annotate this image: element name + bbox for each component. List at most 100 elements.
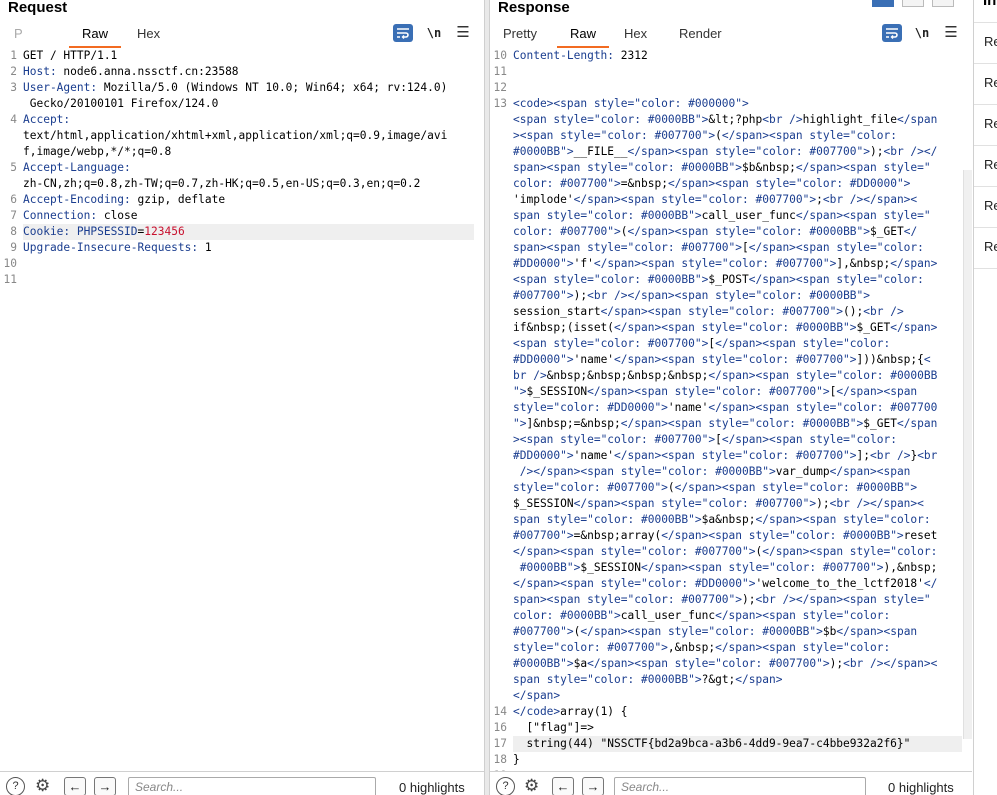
code-line: span style="color: #0000BB">call_user_fu…: [513, 208, 931, 224]
code-line: ><span style="color: #007700">(</span><s…: [513, 128, 897, 144]
request-tab-pretty[interactable]: P: [14, 26, 23, 42]
code-token: ),&nbsp;: [883, 561, 938, 574]
code-token: ?&gt;: [701, 673, 736, 686]
code-token: $_GET: [856, 321, 891, 334]
code-token: style="color:: [836, 241, 924, 254]
code-token: style="color: #0000BB">: [715, 289, 871, 302]
back-arrow-icon[interactable]: ←: [552, 777, 574, 795]
code-token: style="color: #007700">: [513, 481, 668, 494]
code-token: </span><span: [836, 385, 918, 398]
code-token: &lt;?php: [708, 113, 763, 126]
response-search-input[interactable]: Search...: [614, 777, 866, 795]
gear-icon[interactable]: ⚙: [35, 776, 50, 795]
newline-icon[interactable]: \n: [912, 24, 932, 42]
response-tab-render[interactable]: Render: [679, 26, 722, 42]
code-token: f,image/webp,*/*;q=0.8: [23, 145, 172, 158]
code-line: GET / HTTP/1.1: [23, 48, 117, 64]
code-token: </span>: [890, 321, 938, 334]
code-token: ]&nbsp;=&nbsp;: [526, 417, 621, 430]
inspector-item[interactable]: Re: [984, 239, 997, 279]
inspector-item[interactable]: Re: [984, 157, 997, 197]
gear-icon[interactable]: ⚙: [524, 776, 539, 795]
code-token: ">: [513, 417, 527, 430]
code-token: if&nbsp;(isset(: [513, 321, 615, 334]
code-token: </span><span: [593, 257, 682, 270]
code-token: $_SESSION: [513, 497, 574, 510]
layout-horizontal-button[interactable]: [902, 0, 924, 7]
code-token: #DD0000">: [513, 449, 574, 462]
code-token: <br />: [762, 113, 803, 126]
code-line: <span style="color: #0000BB">&lt;?php<br…: [513, 112, 937, 128]
code-line: zh-CN,zh;q=0.8,zh-TW;q=0.7,zh-HK;q=0.5,e…: [23, 176, 420, 192]
response-bottom-bar: ? ⚙ ← → Search... 0 highlights: [490, 771, 972, 795]
code-token: style="color: #0000BB">: [546, 513, 702, 526]
code-token: </span><span: [587, 657, 675, 670]
word-wrap-icon[interactable]: [393, 24, 413, 42]
code-line: color: #0000BB">call_user_func</span><sp…: [513, 608, 890, 624]
inspector-item[interactable]: Re: [984, 116, 997, 156]
response-editor[interactable]: 101112131416171819 Content-Length: 2312<…: [490, 48, 972, 782]
request-editor[interactable]: 1 2 3 4 5 6 7 8 9 10 11 GET / HTTP/1.1 Host: node6.…: [0, 48, 484, 771]
code-token: style="color: #000000">: [593, 97, 749, 110]
inspector-item[interactable]: Re: [984, 198, 997, 238]
inspector-separator: [974, 145, 997, 146]
inspector-item[interactable]: Re: [984, 34, 997, 74]
code-token: </span><span: [573, 193, 662, 206]
layout-split-button[interactable]: [872, 0, 894, 7]
code-line: ><span style="color: #007700">[</span><s…: [513, 432, 897, 448]
menu-icon[interactable]: ☰: [453, 24, 473, 42]
request-tab-hex[interactable]: Hex: [137, 26, 160, 42]
code-line: #0000BB">$a</span><span style="color: #0…: [513, 656, 937, 672]
code-line: color: #007700">(</span><span style="col…: [513, 224, 917, 240]
request-tab-raw[interactable]: Raw: [68, 26, 122, 48]
code-token: </span><span: [614, 321, 702, 334]
code-token: node6.anna.nssctf.cn:23588: [63, 65, 239, 78]
forward-arrow-icon[interactable]: →: [582, 777, 604, 795]
help-icon[interactable]: ?: [6, 777, 25, 795]
response-tab-pretty[interactable]: Pretty: [503, 26, 537, 42]
code-line: #0000BB">__FILE__</span><span style="col…: [513, 144, 937, 160]
code-line: string(44) "NSSCTF{bd2a9bca-a3b6-4dd9-9e…: [513, 736, 910, 752]
code-token: Accept:: [23, 113, 77, 126]
response-tab-hex[interactable]: Hex: [624, 26, 647, 42]
line-number-gutter: 1 2 3 4 5 6 7 8 9 10 11: [0, 48, 20, 771]
code-token: </span><span: [829, 465, 911, 478]
code-token: style="color: #0000BB">: [762, 481, 918, 494]
code-line: Accept:: [23, 112, 77, 128]
code-token: #DD0000">: [513, 257, 574, 270]
request-code[interactable]: GET / HTTP/1.1 Host: node6.anna.nssctf.cn…: [23, 48, 474, 771]
code-token: style="color: #0000BB">: [553, 273, 709, 286]
response-code[interactable]: Content-Length: 2312 <code><span style="c…: [513, 48, 962, 771]
menu-icon[interactable]: ☰: [941, 24, 961, 42]
code-token: </span><span: [674, 481, 763, 494]
code-line: style="color: #007700">,&nbsp;</span><sp…: [513, 640, 890, 656]
inspector-item[interactable]: Re: [984, 75, 997, 115]
code-line: text/html,application/xhtml+xml,applicat…: [23, 128, 447, 144]
code-line: color: #007700">=&nbsp;</span><span styl…: [513, 176, 910, 192]
code-token: 'welcome_to_the_lctf2018': [755, 577, 924, 590]
code-token: <code><span: [513, 97, 594, 110]
back-arrow-icon[interactable]: ←: [64, 777, 86, 795]
code-token: gzip, deflate: [137, 193, 226, 206]
code-token: <br />: [870, 449, 911, 462]
layout-vertical-button[interactable]: [932, 0, 954, 7]
request-search-input[interactable]: Search...: [128, 777, 376, 795]
code-token: </span><span: [627, 225, 716, 238]
code-token: <br /></span><span: [755, 593, 884, 606]
response-tab-raw[interactable]: Raw: [556, 26, 610, 48]
code-token: style="color:: [802, 609, 891, 622]
inspector-separator: [974, 268, 997, 269]
word-wrap-icon[interactable]: [882, 24, 902, 42]
code-token: style="color: #0000BB">: [546, 209, 702, 222]
code-token: </span><span: [587, 385, 675, 398]
code-token: Cookie:: [23, 225, 77, 238]
forward-arrow-icon[interactable]: →: [94, 777, 116, 795]
code-token: 'name': [573, 449, 615, 462]
response-scrollbar[interactable]: [963, 170, 972, 739]
code-token: $a&nbsp;: [701, 513, 756, 526]
newline-icon[interactable]: \n: [424, 24, 444, 42]
help-icon[interactable]: ?: [496, 777, 515, 795]
code-token: style="color: #0000BB">: [708, 417, 864, 430]
code-token: close: [103, 209, 138, 222]
code-line: Connection: close: [23, 208, 138, 224]
